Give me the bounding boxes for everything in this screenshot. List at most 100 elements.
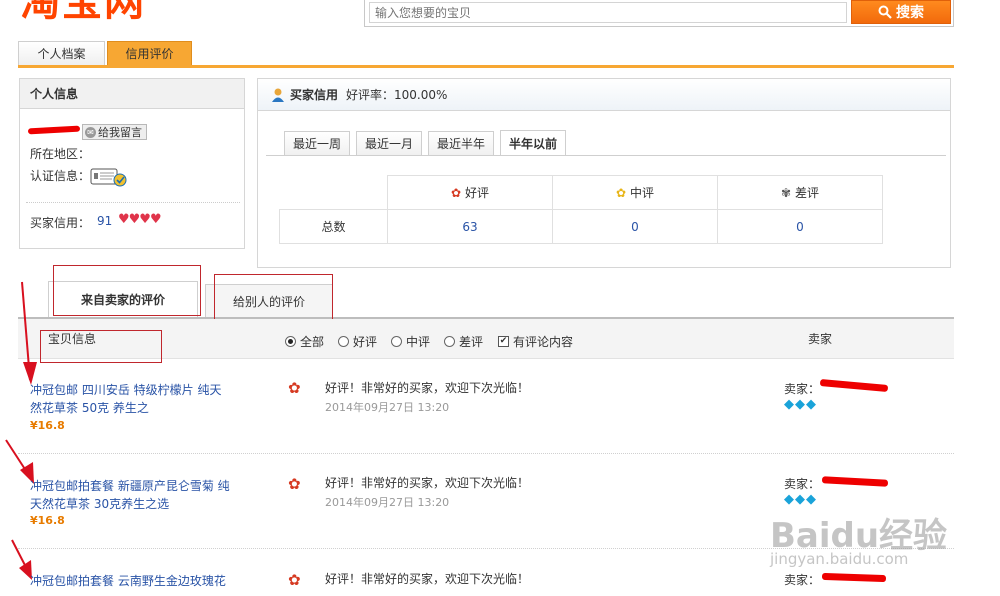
neutral-flower-icon: ✿ — [616, 186, 627, 200]
review-item-title-3-line1: 冲冠包邮拍套餐 云南野生金边玫瑰花 — [30, 574, 226, 588]
positive-flower-icon: ✿ — [451, 186, 462, 200]
baidu-watermark-url: jingyan.baidu.com — [770, 550, 909, 568]
filter-all[interactable]: 全部 — [285, 333, 324, 350]
tab-last-week-label: 最近一周 — [292, 137, 341, 151]
filter-has-comment-label: 有评论内容 — [513, 335, 574, 349]
review-date-1: 2014年09月27日 13:20 — [325, 401, 450, 414]
review-item-title-2-line1: 冲冠包邮拍套餐 新疆原产昆仑雪菊 纯 — [30, 479, 230, 493]
review-item-title-1[interactable]: 冲冠包邮 四川安岳 特级柠檬片 纯天 然花草茶 50克 养生之 — [30, 381, 221, 417]
redacted-seller-2 — [821, 476, 889, 487]
radio-neutral[interactable] — [391, 336, 402, 347]
search-button-label: 搜索 — [896, 5, 924, 21]
review-item-title-2-line2: 天然花草茶 30克养生之选 — [30, 497, 170, 511]
redacted-seller-3 — [821, 572, 887, 583]
review-separator — [18, 453, 954, 454]
filter-has-comment[interactable]: ✔ 有评论内容 — [498, 333, 573, 350]
review-seller-label-2: 卖家： — [784, 477, 821, 491]
tab-last-half-year-label: 最近半年 — [436, 137, 485, 151]
tab-credit-rating[interactable]: 信用评价 — [107, 41, 192, 65]
heart-rank-icon: ♥♥♥♥ — [118, 212, 162, 227]
taobao-logo[interactable]: 淘宝网 — [20, 0, 146, 26]
positive-rate-value: 100.00% — [394, 87, 448, 102]
review-item-title-2[interactable]: 冲冠包邮拍套餐 新疆原产昆仑雪菊 纯 天然花草茶 30克养生之选 — [30, 477, 230, 513]
rating-row-label: 总数 — [279, 209, 388, 244]
radio-all[interactable] — [285, 336, 296, 347]
review-seller-label-3: 卖家： — [784, 573, 821, 587]
tab-last-month-label: 最近一月 — [364, 137, 413, 151]
rating-col-neutral: ✿ 中评 — [552, 175, 718, 210]
tab-profile-label: 个人档案 — [37, 47, 86, 61]
filter-neutral-label: 中评 — [406, 335, 431, 349]
redacted-seller-1 — [819, 379, 889, 392]
certification-icon — [90, 168, 127, 187]
search-button[interactable]: 搜索 — [851, 0, 951, 24]
buyer-credit-panel: 买家信用 好评率： 100.00% 最近一周 最近一月 最近半年 半年以前 ✿ … — [257, 78, 951, 268]
review-comment-1: 好评！非常好的买家，欢迎下次光临！ — [325, 381, 530, 395]
buyer-credit-value[interactable]: 91 — [97, 214, 112, 228]
review-item-title-3[interactable]: 冲冠包邮拍套餐 云南野生金边玫瑰花 — [30, 572, 226, 590]
tab-last-month[interactable]: 最近一月 — [356, 131, 422, 155]
review-item-price-2: ¥16.8 — [30, 514, 65, 527]
search-icon — [878, 5, 892, 19]
leave-message-label: 给我留言 — [98, 126, 142, 139]
diamond-rank-icon: ◆◆◆ — [784, 397, 817, 412]
filter-positive-label: 好评 — [353, 335, 378, 349]
radio-negative[interactable] — [444, 336, 455, 347]
rating-col-negative-label: 差评 — [794, 186, 819, 200]
search-input[interactable] — [369, 2, 847, 23]
rating-summary-table: ✿ 好评 ✿ 中评 ✾ 差评 总数 63 0 0 — [279, 175, 883, 244]
positive-flower-icon: ✿ — [288, 571, 301, 589]
tab-profile[interactable]: 个人档案 — [18, 41, 105, 65]
seller-header: 卖家 — [808, 332, 833, 346]
annotation-box-given-to-others — [214, 274, 333, 322]
region-label: 所在地区： — [30, 147, 91, 161]
buyer-credit-header: 买家信用 好评率： 100.00% — [258, 79, 950, 111]
review-comment-2: 好评！非常好的买家，欢迎下次光临！ — [325, 476, 530, 490]
tab-last-week[interactable]: 最近一周 — [284, 131, 350, 155]
neutral-count[interactable]: 0 — [552, 209, 718, 244]
rating-total-row: 总数 63 0 0 — [279, 209, 883, 244]
rating-col-positive-label: 好评 — [464, 186, 489, 200]
rating-col-positive: ✿ 好评 — [387, 175, 553, 210]
info-divider — [26, 202, 240, 203]
personal-info-title: 个人信息 — [20, 79, 244, 109]
cert-label: 认证信息： — [30, 169, 91, 183]
review-seller-label-1: 卖家： — [784, 382, 821, 396]
review-date-2: 2014年09月27日 13:20 — [325, 496, 450, 509]
rating-col-neutral-label: 中评 — [629, 186, 654, 200]
radio-positive[interactable] — [338, 336, 349, 347]
tab-before-half-year[interactable]: 半年以前 — [500, 130, 566, 156]
filter-neutral[interactable]: 中评 — [391, 333, 430, 350]
review-comment-3: 好评！非常好的买家，欢迎下次光临！ — [325, 572, 530, 586]
filter-positive[interactable]: 好评 — [338, 333, 377, 350]
positive-rate-label: 好评率： — [346, 88, 395, 102]
rating-header-row: ✿ 好评 ✿ 中评 ✾ 差评 — [279, 175, 883, 210]
review-item-title-1-line1: 冲冠包邮 四川安岳 特级柠檬片 纯天 — [30, 383, 222, 397]
tab-underline — [18, 65, 954, 68]
rating-col-negative: ✾ 差评 — [717, 175, 883, 210]
positive-flower-icon: ✿ — [288, 379, 301, 397]
leave-message-button[interactable]: ✉ 给我留言 — [82, 124, 147, 140]
review-item-title-1-line2: 然花草茶 50克 养生之 — [30, 401, 149, 415]
positive-flower-icon: ✿ — [288, 475, 301, 493]
negative-count[interactable]: 0 — [717, 209, 883, 244]
redacted-username — [27, 125, 81, 135]
buyer-credit-label: 买家信用： — [30, 216, 91, 230]
filter-negative-label: 差评 — [459, 335, 484, 349]
search-bar: 搜索 — [364, 0, 954, 27]
personal-info-panel: 个人信息 ✉ 给我留言 所在地区： 认证信息： 买家信用： 91 ♥♥♥♥ — [19, 78, 245, 249]
rating-corner-cell — [279, 175, 388, 210]
positive-count[interactable]: 63 — [387, 209, 553, 244]
has-comment-checkbox[interactable]: ✔ — [498, 336, 509, 347]
buyer-credit-title: 买家信用 — [290, 88, 339, 102]
filter-negative[interactable]: 差评 — [444, 333, 483, 350]
review-item-price-1: ¥16.8 — [30, 419, 65, 432]
diamond-rank-icon: ◆◆◆ — [784, 492, 817, 507]
negative-flower-icon: ✾ — [781, 186, 792, 200]
tab-before-half-year-label: 半年以前 — [508, 137, 557, 151]
tab-credit-rating-label: 信用评价 — [125, 47, 174, 61]
buyer-icon — [272, 88, 284, 102]
filter-all-label: 全部 — [300, 335, 325, 349]
tab-last-half-year[interactable]: 最近半年 — [428, 131, 494, 155]
annotation-box-from-seller — [53, 265, 201, 316]
